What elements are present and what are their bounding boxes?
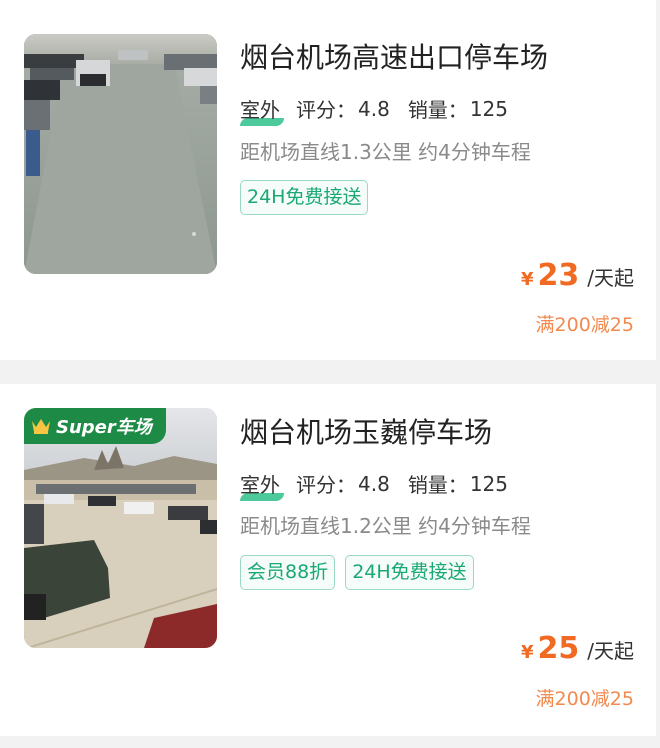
parking-card[interactable]: 烟台机场高速出口停车场 室外 评分： 4.8 销量： 125 距机场直线1.3公… — [0, 0, 656, 360]
parking-card[interactable]: Super车场 烟台机场玉巍停车场 室外 评分： 4.8 销量： 125 距机场… — [0, 384, 656, 736]
sales-label: 销量： — [407, 98, 468, 122]
tag-list: 会员88折 24H免费接送 — [240, 555, 474, 590]
parking-type-label: 室外 — [240, 98, 280, 122]
distance-text: 距机场直线1.3公里 约4分钟车程 — [240, 140, 531, 164]
super-lot-badge: Super车场 — [24, 408, 166, 444]
sales-value: 125 — [469, 96, 508, 121]
parking-title[interactable]: 烟台机场玉巍停车场 — [240, 411, 492, 451]
parking-meta: 室外 评分： 4.8 销量： 125 — [240, 94, 508, 123]
promo-text: 满200减25 — [535, 314, 634, 336]
parking-type-label: 室外 — [240, 473, 280, 497]
crown-icon — [32, 419, 50, 434]
parking-list: 烟台机场高速出口停车场 室外 评分： 4.8 销量： 125 距机场直线1.3公… — [0, 0, 660, 748]
tag-free-shuttle: 24H免费接送 — [240, 180, 369, 215]
currency-symbol: ¥ — [520, 642, 534, 663]
price-amount: 25 — [537, 631, 580, 666]
sales-label: 销量： — [407, 473, 468, 497]
sales-value: 125 — [469, 471, 508, 496]
price-unit: /天起 — [587, 639, 634, 663]
tag-free-shuttle: 24H免费接送 — [345, 555, 474, 590]
tag-member-discount: 会员88折 — [240, 555, 336, 590]
distance-text: 距机场直线1.2公里 约4分钟车程 — [240, 514, 531, 538]
rating-label: 评分： — [296, 473, 356, 497]
price-unit: /天起 — [587, 266, 634, 290]
tag-list: 24H免费接送 — [240, 180, 369, 215]
price: ¥ 23 /天起 — [521, 258, 634, 293]
parking-meta: 室外 评分： 4.8 销量： 125 — [240, 469, 508, 498]
parking-lot-photo[interactable]: Super车场 — [24, 408, 217, 648]
parking-lot-photo[interactable] — [24, 34, 217, 274]
price-amount: 23 — [537, 258, 580, 293]
rating-value: 4.8 — [358, 96, 390, 121]
promo-text: 满200减25 — [535, 688, 634, 710]
parking-title[interactable]: 烟台机场高速出口停车场 — [240, 36, 548, 76]
super-lot-badge-label: Super车场 — [56, 417, 152, 438]
rating-value: 4.8 — [358, 471, 390, 496]
price: ¥ 25 /天起 — [521, 631, 634, 666]
rating-label: 评分： — [296, 98, 356, 122]
currency-symbol: ¥ — [520, 269, 534, 290]
